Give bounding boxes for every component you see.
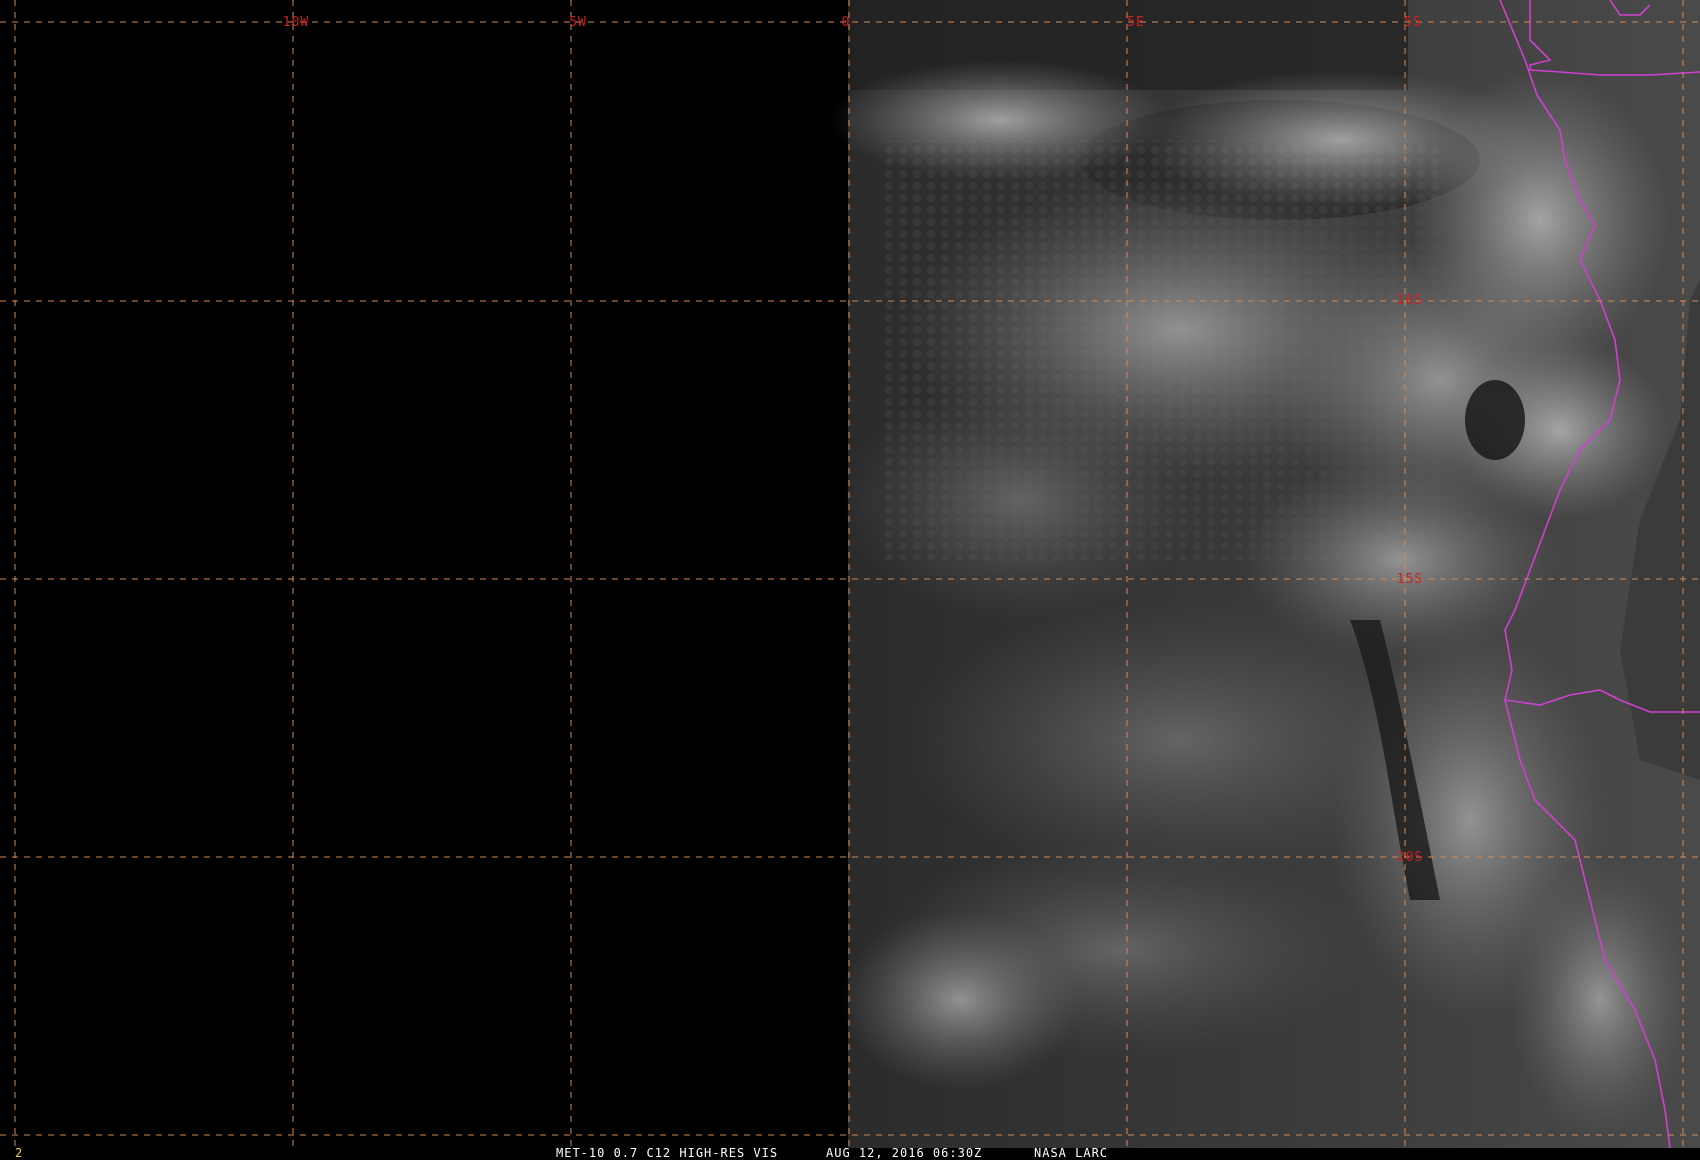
lat-label-10s: 10S bbox=[1397, 293, 1423, 308]
lon-label-10w: 10W bbox=[283, 15, 309, 30]
satellite-map: 10W 5W 0 5E 5S 10S 15S 20S 2 MET-10 0.7 … bbox=[0, 0, 1700, 1160]
credit-label: NASA LARC bbox=[1034, 1146, 1108, 1160]
lat-label-15s: 15S bbox=[1397, 572, 1423, 587]
datetime-label: AUG 12, 2016 06:30Z bbox=[826, 1146, 982, 1160]
lat-label-5s: 5S bbox=[1404, 15, 1422, 30]
lon-label-5e: 5E bbox=[1127, 15, 1145, 30]
channel-label: MET-10 0.7 C12 HIGH-RES VIS bbox=[556, 1146, 778, 1160]
lon-label-0: 0 bbox=[842, 15, 851, 30]
frame-number: 2 bbox=[15, 1146, 23, 1160]
lat-label-20s: 20S bbox=[1397, 850, 1423, 865]
lon-label-5w: 5W bbox=[569, 15, 587, 30]
